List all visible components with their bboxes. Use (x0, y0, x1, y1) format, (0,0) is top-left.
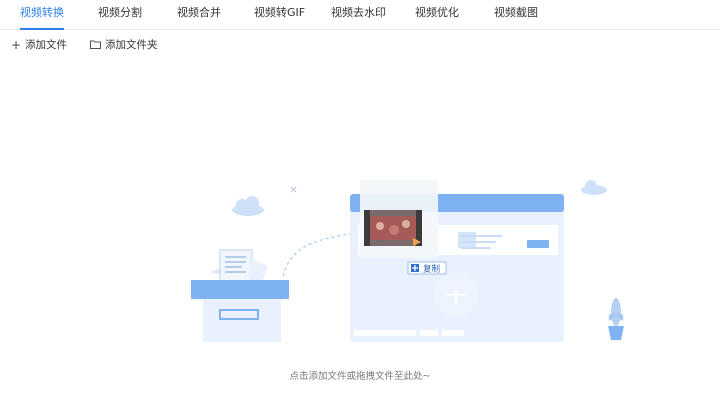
tab-video-screenshot[interactable]: 视频截图 (494, 0, 538, 30)
drop-zone-illustration[interactable]: 复制 (180, 170, 640, 350)
tab-label: 视频去水印 (331, 6, 386, 19)
tab-label: 视频分割 (98, 6, 142, 19)
drag-path (282, 231, 359, 277)
tab-label: 视频转换 (20, 6, 64, 19)
tab-label: 视频截图 (494, 6, 538, 19)
tab-label: 视频转GIF (254, 6, 306, 19)
add-file-button[interactable]: + 添加文件 (11, 33, 67, 57)
tab-video-to-gif[interactable]: 视频转GIF (254, 0, 305, 30)
tab-label: 视频优化 (415, 6, 459, 19)
drop-hint-text: 点击添加文件或拖拽文件至此处~ (289, 371, 431, 382)
plus-icon: + (11, 38, 22, 52)
tab-remove-watermark[interactable]: 视频去水印 (331, 0, 386, 30)
tab-video-optimize[interactable]: 视频优化 (415, 0, 459, 30)
sparkle-icon (290, 186, 297, 193)
add-folder-label: 添加文件夹 (105, 39, 158, 51)
tab-bar: 视频转换 视频分割 视频合并 视频转GIF 视频去水印 视频优化 视频截图 (0, 0, 720, 30)
add-folder-button[interactable]: 添加文件夹 (90, 33, 158, 57)
tab-video-convert[interactable]: 视频转换 (20, 0, 64, 30)
tab-label: 视频合并 (177, 6, 221, 19)
file-box-icon (191, 249, 289, 342)
tab-video-merge[interactable]: 视频合并 (177, 0, 221, 30)
copy-badge: 复制 (407, 261, 447, 275)
tab-video-split[interactable]: 视频分割 (98, 0, 142, 30)
cloud-icon (581, 180, 607, 195)
cloud-icon (232, 196, 264, 216)
active-tab-indicator (20, 28, 64, 30)
folder-icon (90, 39, 101, 51)
dragged-video-card (360, 180, 438, 258)
add-file-label: 添加文件 (25, 39, 68, 51)
plant-icon (608, 298, 624, 340)
copy-badge-label: 复制 (423, 264, 440, 275)
